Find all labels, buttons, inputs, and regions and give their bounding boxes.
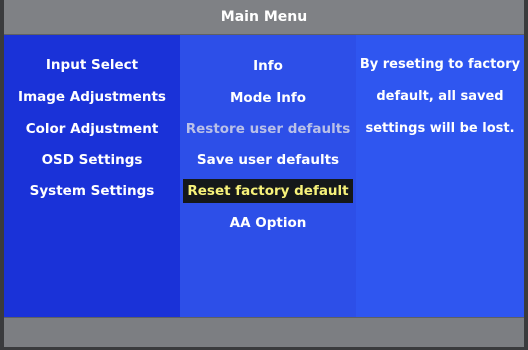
submenu-column: Info Mode Info Restore user defaults Sav…	[180, 35, 356, 317]
category-column: Input Select Image Adjustments Color Adj…	[4, 35, 180, 317]
menu-item-color-adjustment[interactable]: Color Adjustment	[4, 117, 180, 141]
help-text-line: default, all saved	[376, 89, 504, 104]
menu-item-osd-settings[interactable]: OSD Settings	[4, 148, 180, 172]
submenu-item-info[interactable]: Info	[180, 54, 356, 78]
menu-item-system-settings[interactable]: System Settings	[4, 179, 180, 203]
submenu-item-save-user-defaults[interactable]: Save user defaults	[180, 148, 356, 172]
submenu-item-aa-option[interactable]: AA Option	[180, 211, 356, 235]
help-text-line: By reseting to factory	[359, 57, 521, 72]
help-text-line: settings will be lost.	[365, 121, 515, 136]
monitor-bezel: Main Menu Input Select Image Adjustments…	[0, 0, 528, 350]
submenu-item-mode-info[interactable]: Mode Info	[180, 86, 356, 110]
menu-item-input-select[interactable]: Input Select	[4, 53, 180, 77]
submenu-item-restore-user-defaults: Restore user defaults	[185, 121, 351, 137]
osd-main-menu: Main Menu Input Select Image Adjustments…	[4, 0, 524, 347]
menu-title: Main Menu	[4, 0, 524, 35]
menu-footer-bar	[4, 317, 524, 347]
menu-item-image-adjustments[interactable]: Image Adjustments	[4, 85, 180, 109]
submenu-item-reset-factory-default[interactable]: Reset factory default	[183, 179, 353, 203]
help-panel: By reseting to factory default, all save…	[356, 35, 524, 317]
